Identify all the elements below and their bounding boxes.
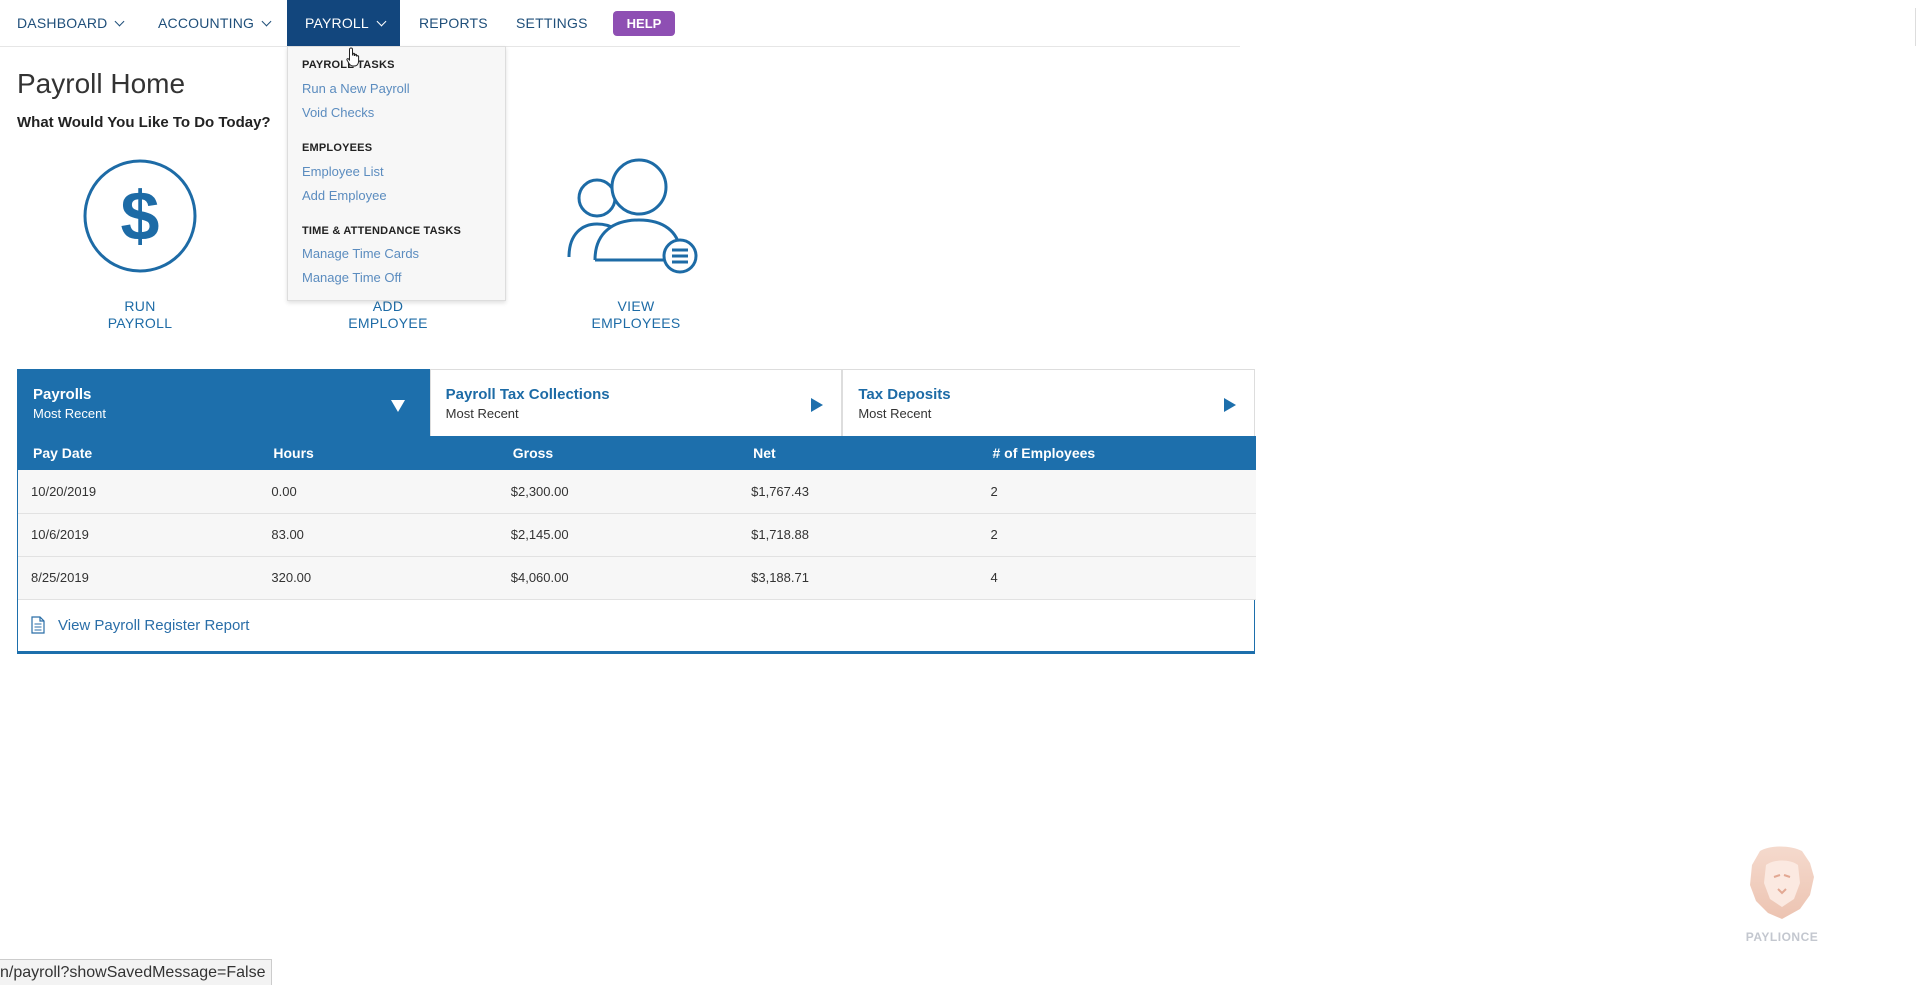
svg-text:$: $: [121, 177, 160, 255]
table-row[interactable]: 10/20/2019 0.00 $2,300.00 $1,767.43 2: [18, 470, 1256, 513]
chevron-down-icon: [261, 16, 272, 26]
cell-net: $3,188.71: [751, 570, 809, 585]
run-payroll-line2: PAYROLL: [107, 315, 173, 331]
document-icon: [31, 615, 45, 634]
logo-wordmark: PAYLIONCE: [1745, 930, 1819, 944]
cell-gross: $2,300.00: [510, 483, 569, 499]
window-edge: [1915, 8, 1920, 46]
triangle-down-icon: [390, 400, 405, 412]
hand-cursor-icon: [346, 47, 360, 67]
col-num-employees[interactable]: # of Employees: [978, 436, 1257, 470]
run-payroll-action[interactable]: $ RUN PAYROLL: [55, 158, 225, 332]
tab-tax-deposits-title: Tax Deposits: [858, 386, 951, 403]
tab-tax-deposits-sub: Most Recent: [858, 406, 932, 421]
help-button[interactable]: HELP: [613, 11, 675, 36]
summary-tabs: Payrolls Most Recent Payroll Tax Collect…: [17, 369, 1256, 436]
browser-status-url: n/payroll?showSavedMessage=False: [0, 959, 273, 985]
payroll-dropdown-menu: PAYROLL TASKS Run a New Payroll Void Che…: [287, 46, 506, 301]
users-list-icon: [567, 158, 698, 274]
nav-reports[interactable]: REPORTS: [419, 0, 488, 46]
cell-net: $1,767.43: [751, 483, 809, 499]
cell-gross: $2,145.00: [510, 527, 569, 542]
triangle-right-icon: [811, 398, 824, 412]
lion-logo-icon: [1750, 846, 1814, 919]
tab-payrolls-title: Payrolls: [33, 386, 92, 403]
menu-item-manage-time-off[interactable]: Manage Time Off: [302, 270, 401, 285]
table-footer: View Payroll Register Report: [17, 599, 1255, 654]
chevron-down-icon: [115, 16, 125, 26]
cell-hours: 83.00: [271, 527, 304, 542]
cell-net: $1,718.88: [751, 527, 809, 542]
nav-payroll-label: PAYROLL: [305, 15, 369, 31]
view-employees-line2: EMPLOYEES: [591, 315, 681, 331]
col-net[interactable]: Net: [738, 436, 977, 470]
top-navbar: DASHBOARD ACCOUNTING PAYROLL REPORTS SET…: [0, 0, 1240, 47]
menu-item-add-employee[interactable]: Add Employee: [302, 188, 387, 203]
page-title: Payroll Home: [17, 68, 186, 99]
view-employees-line1: VIEW: [617, 298, 655, 314]
cell-pay-date: 10/20/2019: [31, 483, 97, 499]
cell-num-employees: 2: [990, 527, 998, 542]
cell-hours: 320.00: [271, 570, 312, 585]
payroll-summary-panel: Payrolls Most Recent Payroll Tax Collect…: [17, 369, 1256, 654]
col-gross[interactable]: Gross: [498, 436, 738, 470]
cell-pay-date: 10/6/2019: [31, 527, 89, 542]
cell-num-employees: 4: [990, 570, 998, 585]
tab-tax-collections-sub: Most Recent: [445, 406, 519, 421]
nav-reports-label: REPORTS: [419, 15, 488, 31]
paylionce-logo: PAYLIONCE: [1740, 843, 1824, 944]
col-hours[interactable]: Hours: [258, 436, 497, 470]
dropdown-section-time-attendance: TIME & ATTENDANCE TASKS: [302, 225, 462, 237]
dropdown-section-employees: EMPLOYEES: [302, 142, 373, 154]
menu-item-manage-time-cards[interactable]: Manage Time Cards: [302, 246, 419, 261]
nav-accounting-label: ACCOUNTING: [158, 15, 255, 31]
table-header-row: Pay Date Hours Gross Net # of Employees: [18, 436, 1256, 470]
view-employees-action[interactable]: VIEW EMPLOYEES: [551, 158, 721, 332]
tab-payrolls-sub: Most Recent: [33, 406, 106, 421]
nav-dashboard[interactable]: DASHBOARD: [17, 0, 125, 46]
cell-pay-date: 8/25/2019: [31, 570, 89, 585]
add-employee-line2: EMPLOYEE: [348, 315, 428, 331]
payrolls-table: Pay Date Hours Gross Net # of Employees …: [18, 436, 1256, 600]
table-row[interactable]: 10/6/2019 83.00 $2,145.00 $1,718.88 2: [18, 513, 1256, 556]
table-row[interactable]: 8/25/2019 320.00 $4,060.00 $3,188.71 4: [18, 556, 1256, 599]
tab-payroll-tax-collections[interactable]: Payroll Tax Collections Most Recent: [429, 369, 843, 436]
nav-settings[interactable]: SETTINGS: [516, 0, 588, 46]
tab-tax-collections-title: Payroll Tax Collections: [445, 386, 610, 403]
nav-accounting[interactable]: ACCOUNTING: [158, 0, 272, 46]
nav-settings-label: SETTINGS: [516, 15, 588, 31]
dollar-circle-icon: $: [83, 159, 197, 273]
col-pay-date[interactable]: Pay Date: [18, 436, 258, 470]
menu-item-run-payroll[interactable]: Run a New Payroll: [302, 81, 410, 96]
nav-dashboard-label: DASHBOARD: [17, 15, 108, 31]
menu-item-employee-list[interactable]: Employee List: [302, 164, 384, 179]
cell-num-employees: 2: [990, 483, 998, 499]
run-payroll-line1: RUN: [124, 298, 156, 314]
cell-hours: 0.00: [271, 483, 297, 499]
cell-gross: $4,060.00: [510, 570, 569, 585]
menu-item-void-checks[interactable]: Void Checks: [302, 105, 374, 120]
nav-payroll[interactable]: PAYROLL: [287, 0, 400, 46]
chevron-down-icon: [376, 16, 387, 26]
page-subtitle: What Would You Like To Do Today?: [17, 114, 271, 131]
triangle-right-icon: [1224, 398, 1237, 412]
tab-tax-deposits[interactable]: Tax Deposits Most Recent: [842, 369, 1256, 436]
view-payroll-register-link[interactable]: View Payroll Register Report: [58, 617, 249, 634]
tab-payrolls[interactable]: Payrolls Most Recent: [17, 369, 430, 436]
